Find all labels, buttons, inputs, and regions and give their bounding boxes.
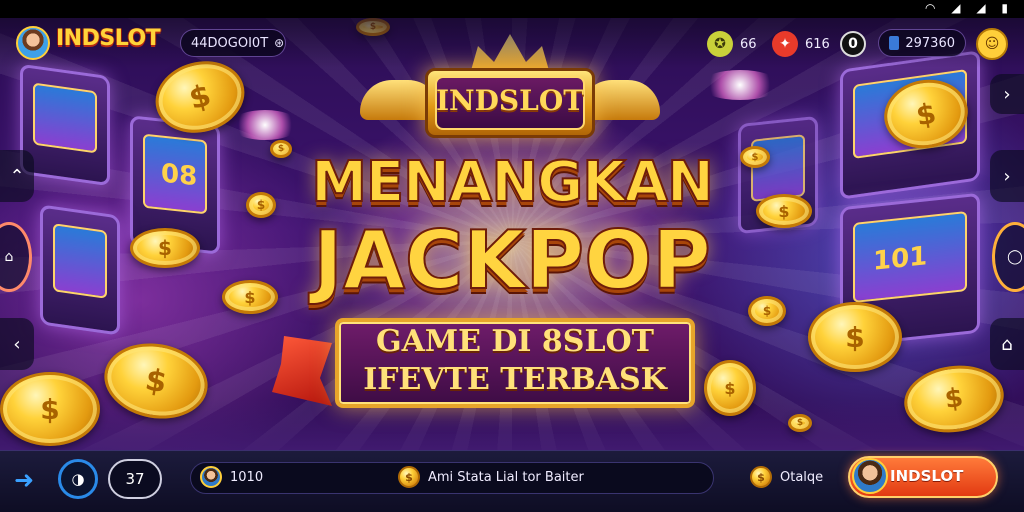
promo-line-1: GAME DI 8SLOT (376, 324, 654, 359)
stat-2-value: 616 (805, 37, 830, 52)
profile-menu-icon[interactable]: ☺ (976, 28, 1008, 60)
coin-icon: $ (750, 466, 772, 488)
counter-button[interactable]: 37 (108, 459, 162, 499)
stat-1-value: 66 (740, 37, 757, 52)
machine-reel-text: 101 (873, 241, 928, 278)
spin-control-icon[interactable]: ◑ (58, 459, 98, 499)
chevron-up-icon[interactable]: ⌃ (0, 150, 34, 202)
wallet-icon (889, 36, 900, 50)
battery-icon: ▮ (1001, 1, 1014, 15)
house-icon[interactable]: ⌂ (990, 318, 1024, 370)
counter-value: 37 (125, 470, 145, 488)
chevron-left-icon[interactable]: ‹ (0, 318, 34, 370)
system-status-bar: ◠ ◢ ◢ ▮ (0, 0, 1024, 18)
player-avatar[interactable] (16, 26, 50, 60)
player-id: 44DOGOI0T (191, 35, 269, 51)
trophy-icon[interactable]: ✪ (707, 31, 733, 57)
signal-icon: ◢ (976, 1, 992, 15)
gold-coin: $ (222, 280, 278, 314)
gold-coin: $ (704, 360, 756, 416)
gold-coin: $ (740, 146, 770, 168)
gold-coin: $ (748, 296, 786, 326)
promo-line-2: IFEVTE TERBASK (363, 362, 667, 397)
signal-icon: ◢ (951, 1, 967, 15)
back-arrow-icon[interactable]: ➜ (14, 466, 34, 494)
slot-machine (40, 204, 120, 336)
expand-icon[interactable]: › (990, 74, 1024, 114)
gold-coin: $ (130, 228, 200, 268)
headline-line-1: MENANGKAN (310, 149, 715, 216)
cta-label[interactable]: INDSLOT (890, 467, 963, 485)
coin-label: Otalqe (780, 470, 824, 485)
machine-reel-text: 08 (161, 158, 198, 193)
headline-line-2: JACKPOP (312, 213, 712, 308)
cta-avatar (852, 458, 888, 494)
stat-3-value[interactable]: 0 (840, 31, 866, 57)
ceiling-lamp (230, 110, 300, 140)
gold-coin: $ (788, 414, 812, 432)
gold-coin: $ (246, 192, 276, 218)
game-scene: 08 101 $ $ $ $ $ $ $ $ $ $ $ $ $ $ $ $ I… (0, 0, 1024, 512)
ceiling-lamp (700, 70, 780, 100)
gold-coin: $ (0, 372, 100, 446)
chevron-right-icon[interactable]: › (990, 150, 1024, 202)
gold-coin: $ (270, 140, 292, 158)
copy-icon[interactable]: ⊛ (274, 36, 284, 50)
coin-icon: $ (398, 466, 420, 488)
gift-icon[interactable]: ✦ (772, 31, 798, 57)
player-name: 1010 (230, 470, 264, 485)
wifi-icon: ◠ (924, 1, 942, 15)
gold-coin: $ (808, 302, 902, 372)
message-text: Ami Stata Lial tor Baiter (428, 470, 584, 485)
balance-pill[interactable]: 297360 (878, 29, 966, 57)
player-mini-avatar (200, 466, 222, 488)
gold-coin: $ (756, 194, 812, 228)
brand-logo: INDSLOT (56, 26, 161, 51)
balance-value: 297360 (905, 35, 955, 51)
player-id-pill[interactable]: 44DOGOI0T ⊛ (180, 29, 286, 57)
crest-logo-text: INDSLOT (435, 84, 585, 117)
